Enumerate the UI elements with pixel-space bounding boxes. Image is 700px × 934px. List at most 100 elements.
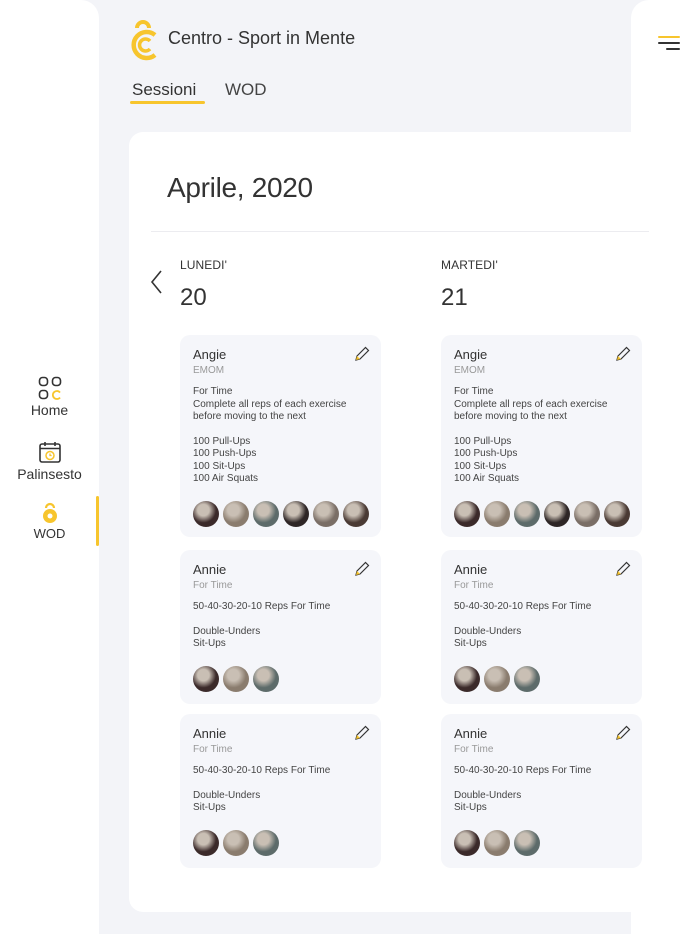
pencil-icon[interactable] xyxy=(353,724,371,742)
session-line: Sit-Ups xyxy=(454,802,487,813)
avatar[interactable] xyxy=(223,666,249,692)
day-name: LUNEDI' xyxy=(180,258,228,272)
session-card[interactable]: Annie For Time 50-40-30-20-10 Reps For Tim… xyxy=(441,714,642,868)
session-line: 100 Air Squats xyxy=(193,473,259,484)
day-name: MARTEDI' xyxy=(441,258,498,272)
participants xyxy=(193,501,369,527)
avatar[interactable] xyxy=(283,501,309,527)
session-line: Complete all reps of each exercise xyxy=(454,398,608,410)
avatar[interactable] xyxy=(343,501,369,527)
session-line: 100 Sit-Ups xyxy=(454,460,507,472)
divider xyxy=(151,231,649,232)
session-card[interactable]: Annie For Time 50-40-30-20-10 Reps For Tim… xyxy=(180,714,381,868)
session-description: 50-40-30-20-10 Reps For Time Double-Under… xyxy=(193,601,368,651)
avatar[interactable] xyxy=(484,830,510,856)
session-title: Annie xyxy=(454,726,488,741)
menu-icon[interactable] xyxy=(656,36,680,52)
avatar[interactable] xyxy=(454,666,480,692)
pencil-icon[interactable] xyxy=(353,345,371,363)
pencil-icon[interactable] xyxy=(614,724,632,742)
active-indicator xyxy=(96,496,99,546)
session-type: For Time xyxy=(454,744,494,755)
participants xyxy=(193,830,279,856)
avatar[interactable] xyxy=(223,830,249,856)
avatar[interactable] xyxy=(454,501,480,527)
avatar[interactable] xyxy=(253,501,279,527)
kettlebell-icon xyxy=(42,502,57,523)
session-line: 100 Push-Ups xyxy=(454,448,518,459)
session-title: Annie xyxy=(193,562,227,577)
sidebar-item-home[interactable]: Home xyxy=(0,376,99,418)
session-description: For Time Complete all reps of each exerci… xyxy=(193,386,368,486)
avatar[interactable] xyxy=(514,501,540,527)
session-line: Sit-Ups xyxy=(193,638,226,649)
sidebar-item-wod[interactable]: WOD xyxy=(0,500,99,541)
session-line: 100 Pull-Ups xyxy=(193,435,251,447)
sidebar-item-palinsesto[interactable]: Palinsesto xyxy=(0,440,99,482)
pencil-icon[interactable] xyxy=(614,345,632,363)
avatar[interactable] xyxy=(484,666,510,692)
session-type: For Time xyxy=(454,580,494,591)
session-description: 50-40-30-20-10 Reps For Time Double-Under… xyxy=(454,765,629,815)
tab-active-underline xyxy=(130,101,205,104)
avatar[interactable] xyxy=(514,666,540,692)
session-card[interactable]: Angie EMOM For Time Complete all reps of ea… xyxy=(180,335,381,537)
chevron-left-icon[interactable] xyxy=(148,268,166,296)
avatar[interactable] xyxy=(544,501,570,527)
session-line: Double-Unders xyxy=(193,625,261,637)
participants xyxy=(454,666,540,692)
sidebar-item-label: Palinsesto xyxy=(17,466,82,482)
sidebar: Home Palinsesto WOD xyxy=(0,0,99,934)
session-type: EMOM xyxy=(454,365,486,376)
session-line: 50-40-30-20-10 Reps For Time xyxy=(193,601,331,612)
brand-logo-icon xyxy=(131,20,157,61)
avatar[interactable] xyxy=(253,830,279,856)
avatar[interactable] xyxy=(574,501,600,527)
avatar[interactable] xyxy=(223,501,249,527)
participants xyxy=(454,830,540,856)
participants xyxy=(454,501,630,527)
session-line: 50-40-30-20-10 Reps For Time xyxy=(454,765,592,776)
avatar[interactable] xyxy=(484,501,510,527)
session-card[interactable]: Annie For Time 50-40-30-20-10 Reps For Tim… xyxy=(180,550,381,704)
avatar[interactable] xyxy=(313,501,339,527)
session-title: Angie xyxy=(454,347,488,362)
avatar[interactable] xyxy=(253,666,279,692)
session-title: Annie xyxy=(193,726,227,741)
session-line: before moving to the next xyxy=(193,411,306,422)
avatar[interactable] xyxy=(193,666,219,692)
session-line: 100 Air Squats xyxy=(454,473,520,484)
pencil-icon[interactable] xyxy=(353,560,371,578)
day-number: 20 xyxy=(180,284,207,311)
avatar[interactable] xyxy=(193,830,219,856)
session-line: 100 Push-Ups xyxy=(193,448,257,459)
session-line: 100 Pull-Ups xyxy=(454,435,512,447)
avatar[interactable] xyxy=(604,501,630,527)
day-number: 21 xyxy=(441,284,468,311)
sidebar-item-label: WOD xyxy=(33,526,66,541)
tab-sessioni[interactable]: Sessioni xyxy=(132,80,196,100)
pencil-icon[interactable] xyxy=(614,560,632,578)
session-description: For Time Complete all reps of each exerci… xyxy=(454,386,629,486)
participants xyxy=(193,666,279,692)
session-type: For Time xyxy=(193,744,233,755)
tab-wod[interactable]: WOD xyxy=(225,80,267,100)
avatar[interactable] xyxy=(454,830,480,856)
session-line: Double-Unders xyxy=(454,789,522,801)
session-type: EMOM xyxy=(193,365,225,376)
session-card[interactable]: Annie For Time 50-40-30-20-10 Reps For Tim… xyxy=(441,550,642,704)
avatar[interactable] xyxy=(193,501,219,527)
session-line: 50-40-30-20-10 Reps For Time xyxy=(454,601,592,612)
session-line: before moving to the next xyxy=(454,411,567,422)
session-line: 50-40-30-20-10 Reps For Time xyxy=(193,765,331,776)
avatar[interactable] xyxy=(514,830,540,856)
grid-icon xyxy=(38,376,61,400)
session-card[interactable]: Angie EMOM For Time Complete all reps of ea… xyxy=(441,335,642,537)
sidebar-item-label: Home xyxy=(30,402,69,418)
session-line: Sit-Ups xyxy=(193,802,226,813)
